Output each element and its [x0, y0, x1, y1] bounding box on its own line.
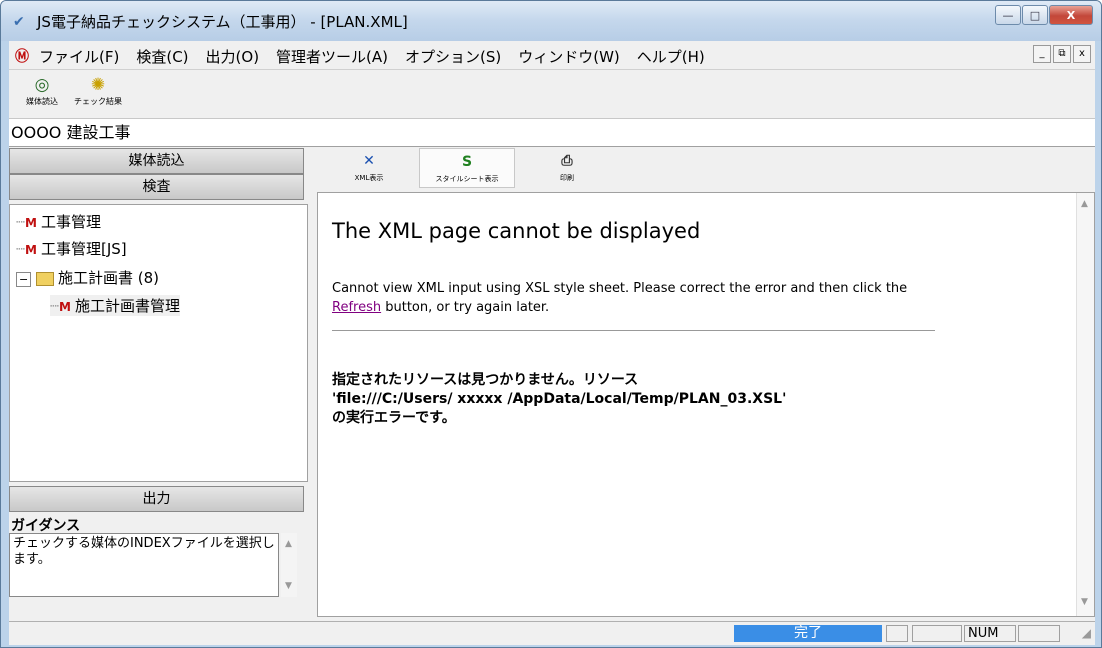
- check-item-icon: M: [59, 300, 71, 314]
- mdi-minimize-button[interactable]: _: [1033, 45, 1051, 63]
- status-panel: [912, 625, 962, 642]
- guidance-text: チェックする媒体のINDEXファイルを選択します。: [9, 533, 279, 597]
- right-panel: ✕ XML表示 S スタイルシート表示 ⎙ 印刷 The XML page ca…: [317, 148, 1095, 617]
- guidance-title: ガイダンス: [11, 518, 81, 534]
- window-controls: — □ X: [994, 5, 1093, 27]
- tree-item-label: 工事管理[JS]: [40, 240, 127, 258]
- stylesheet-icon: S: [461, 154, 473, 170]
- mdi-restore-button[interactable]: ⧉: [1053, 45, 1071, 63]
- resize-grip-icon[interactable]: ◢: [1082, 626, 1091, 640]
- error-title: The XML page cannot be displayed: [332, 219, 701, 243]
- tree-item-label: 施工計画書管理: [74, 297, 180, 315]
- view-toolbar: ✕ XML表示 S スタイルシート表示 ⎙ 印刷: [317, 148, 1095, 190]
- read-media-bar[interactable]: 媒体読込: [9, 148, 304, 174]
- print-button[interactable]: ⎙ 印刷: [519, 148, 615, 188]
- window-title: JS電子納品チェックシステム（工事用） - [PLAN.XML]: [37, 13, 408, 31]
- read-media-button[interactable]: ◎ 媒体読込: [13, 74, 71, 107]
- maximize-button[interactable]: □: [1022, 5, 1048, 25]
- lightbulb-icon: ✺: [90, 75, 106, 95]
- project-name: OOOO 建設工事: [9, 119, 1095, 147]
- tree-item-label: 工事管理: [40, 213, 101, 231]
- error-detail: 指定されたリソースは見つかりません。リソース 'file:///C:/Users…: [332, 371, 786, 428]
- close-button[interactable]: X: [1049, 5, 1093, 25]
- menu-options[interactable]: オプション(S): [405, 46, 501, 67]
- tree-item-label: 施工計画書 (8): [58, 269, 160, 287]
- error-message-text: Cannot view XML input using XSL style sh…: [332, 281, 908, 296]
- xml-icon: ✕: [363, 153, 375, 169]
- error-message-text-end: button, or try again later.: [381, 300, 550, 315]
- refresh-link[interactable]: Refresh: [332, 300, 381, 315]
- viewer-scrollbar[interactable]: ▲ ▼: [1076, 193, 1094, 616]
- num-lock-indicator: NUM: [964, 625, 1016, 642]
- printer-icon: ⎙: [561, 153, 573, 169]
- print-label: 印刷: [560, 174, 574, 182]
- check-result-button[interactable]: ✺ チェック結果: [69, 74, 127, 107]
- error-detail-line: の実行エラーです。: [332, 410, 456, 426]
- menu-file[interactable]: ファイル(F): [39, 46, 119, 67]
- divider: [332, 330, 935, 331]
- guidance-scrollbar[interactable]: ▲ ▼: [281, 533, 297, 597]
- folder-icon: [36, 271, 54, 286]
- document-viewer[interactable]: The XML page cannot be displayed Cannot …: [317, 192, 1095, 617]
- progress-indicator: 完了: [734, 625, 882, 642]
- stylesheet-view-button[interactable]: S スタイルシート表示: [419, 148, 515, 188]
- mdi-controls: _ ⧉ x: [1031, 45, 1091, 63]
- left-panel: 検査 ┈M 工事管理 ┈M 工事管理[JS] − 施工計画書 (8) ┈M 施工計画書…: [9, 172, 308, 617]
- menu-output[interactable]: 出力(O): [206, 46, 260, 67]
- stylesheet-view-label: スタイルシート表示: [435, 175, 499, 183]
- status-panel: [886, 625, 908, 642]
- menu-admin-tools[interactable]: 管理者ツール(A): [276, 46, 388, 67]
- main-toolbar: ◎ 媒体読込 ✺ チェック結果: [9, 70, 1095, 119]
- collapse-icon[interactable]: −: [16, 272, 32, 287]
- client-area: Ⓜ ファイル(F) 検査(C) 出力(O) 管理者ツール(A) オプション(S)…: [9, 41, 1095, 645]
- xml-view-label: XML表示: [354, 174, 384, 182]
- read-media-label: 媒体読込: [26, 97, 58, 106]
- status-bar: 完了 NUM ◢: [9, 621, 1095, 646]
- tree-folder[interactable]: − 施工計画書 (8): [16, 267, 159, 288]
- menu-items: ファイル(F) 検査(C) 出力(O) 管理者ツール(A) オプション(S) ウ…: [39, 46, 722, 67]
- inspect-bar[interactable]: 検査: [9, 174, 304, 200]
- app-window: ✔ JS電子納品チェックシステム（工事用） - [PLAN.XML] — □ X…: [0, 0, 1102, 648]
- tree-item-selected[interactable]: ┈M 施工計画書管理: [50, 295, 180, 316]
- menu-window[interactable]: ウィンドウ(W): [518, 46, 620, 67]
- left-top-bars: 媒体読込: [9, 148, 308, 174]
- error-message: Cannot view XML input using XSL style sh…: [332, 279, 942, 317]
- scroll-up-icon[interactable]: ▲: [285, 539, 292, 549]
- disk-icon: ◎: [34, 75, 50, 95]
- check-item-icon: M: [25, 243, 37, 257]
- error-detail-path: 'file:///C:/Users/ xxxxx /AppData/Local/…: [332, 391, 787, 407]
- minimize-button[interactable]: —: [995, 5, 1021, 25]
- status-panel: [1018, 625, 1060, 642]
- output-bar[interactable]: 出力: [9, 486, 304, 512]
- document-icon[interactable]: Ⓜ: [15, 46, 29, 66]
- error-detail-line: 指定されたリソースは見つかりません。リソース: [332, 372, 639, 388]
- menu-help[interactable]: ヘルプ(H): [637, 46, 705, 67]
- check-item-icon: M: [25, 216, 37, 230]
- inspection-tree: ┈M 工事管理 ┈M 工事管理[JS] − 施工計画書 (8) ┈M 施工計画書管理: [9, 204, 308, 482]
- scroll-down-icon[interactable]: ▼: [1081, 597, 1088, 607]
- tree-item[interactable]: ┈M 工事管理[JS]: [16, 238, 127, 259]
- title-bar[interactable]: ✔ JS電子納品チェックシステム（工事用） - [PLAN.XML] — □ X: [1, 1, 1101, 41]
- app-icon: ✔: [13, 14, 25, 30]
- xml-view-button[interactable]: ✕ XML表示: [321, 148, 417, 188]
- check-result-label: チェック結果: [74, 97, 122, 106]
- scroll-up-icon[interactable]: ▲: [1081, 199, 1088, 209]
- scroll-down-icon[interactable]: ▼: [285, 581, 292, 591]
- menu-bar: Ⓜ ファイル(F) 検査(C) 出力(O) 管理者ツール(A) オプション(S)…: [9, 41, 1095, 70]
- tree-item[interactable]: ┈M 工事管理: [16, 211, 101, 232]
- mdi-close-button[interactable]: x: [1073, 45, 1091, 63]
- menu-inspect[interactable]: 検査(C): [136, 46, 188, 67]
